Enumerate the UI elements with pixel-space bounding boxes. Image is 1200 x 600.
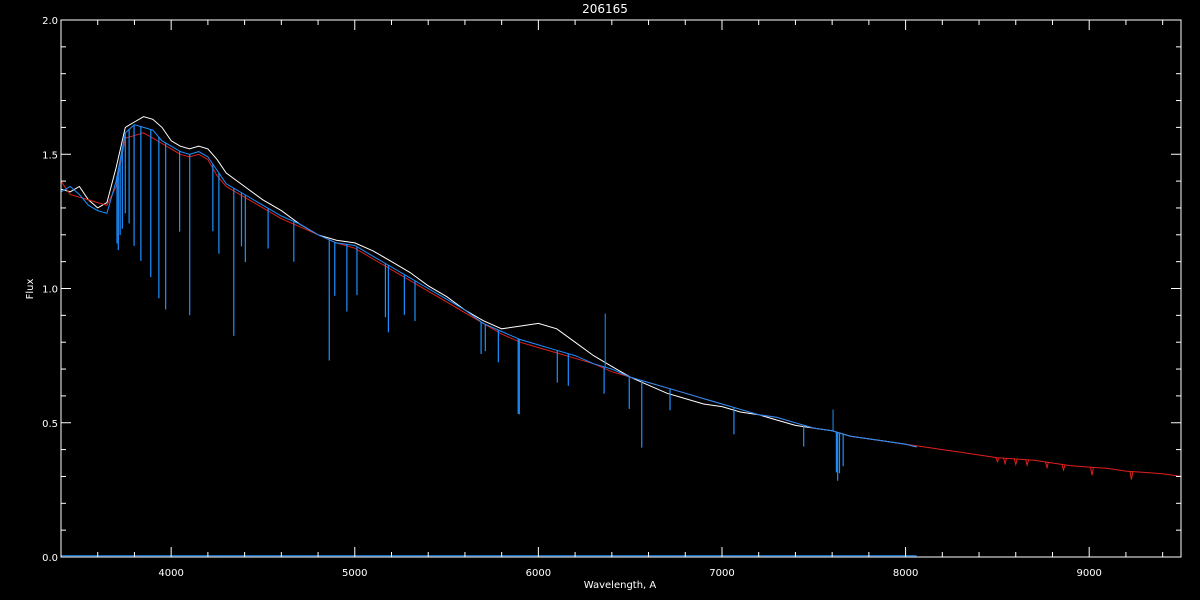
y-tick-label: 0.0 — [42, 553, 58, 564]
x-tick-label: 4000 — [158, 568, 183, 579]
y-tick-label: 0.5 — [42, 419, 58, 430]
chart-title: 206165 — [582, 2, 628, 16]
x-tick-label: 9000 — [1076, 568, 1101, 579]
y-axis-title: Flux — [25, 279, 36, 300]
y-tick-label: 1.0 — [42, 285, 58, 296]
x-tick-label: 5000 — [342, 568, 367, 579]
spectrum-chart: 206165 4000 5000 6000 7000 8000 9000 0.0 0.5 1.… — [0, 0, 1200, 600]
x-axis-title: Wavelength, A — [584, 580, 657, 591]
x-tick-label: 7000 — [709, 568, 734, 579]
y-tick-label: 1.5 — [42, 150, 58, 161]
y-tick-label: 2.0 — [42, 16, 58, 27]
x-tick-label: 6000 — [526, 568, 551, 579]
x-tick-label: 8000 — [893, 568, 918, 579]
chart-background — [0, 0, 1200, 600]
